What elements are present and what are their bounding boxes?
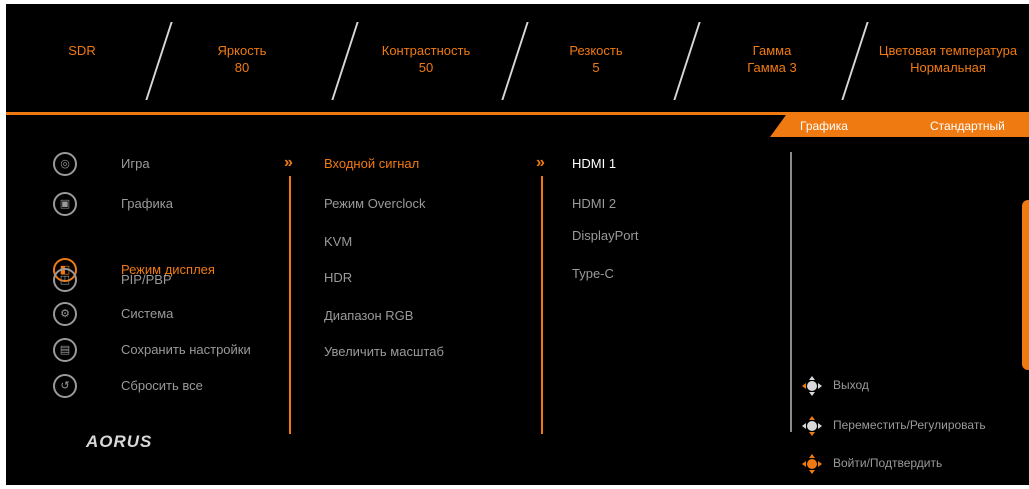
divider-slash: [841, 22, 869, 100]
submenu-item-input-signal[interactable]: Входной сигнал: [324, 156, 419, 171]
top-item-sdr: SDR: [52, 42, 112, 59]
joystick-press-icon: [802, 454, 822, 474]
submenu-item-overclock[interactable]: Режим Overclock: [324, 196, 425, 211]
top-value: 5: [592, 60, 600, 75]
top-value: 80: [234, 60, 250, 75]
submenu-item-rgb-range[interactable]: Диапазон RGB: [324, 308, 413, 323]
option-displayport[interactable]: DisplayPort: [572, 228, 638, 243]
top-label: Гамма: [752, 43, 792, 58]
menu-item-save-settings[interactable]: ▤ Сохранить настройки: [6, 336, 286, 366]
top-item-sharpness: Резкость 5: [556, 42, 636, 76]
top-label: Яркость: [217, 43, 267, 58]
menu-item-game[interactable]: ◎ Игра: [6, 150, 286, 180]
option-type-c[interactable]: Type-C: [572, 266, 614, 281]
joystick-updown-icon: [802, 416, 822, 436]
joystick-left-icon: [802, 376, 822, 396]
menu-item-reset-all[interactable]: ↺ Сбросить все: [6, 372, 286, 402]
divider-slash: [331, 22, 359, 100]
top-value: Нормальная: [910, 60, 986, 75]
picture-icon: ▣: [53, 192, 77, 216]
hint-label: Выход: [833, 378, 869, 392]
menu-item-label: Графика: [121, 196, 173, 211]
osd-window: SDR Яркость 80 Контрастность 50 Резкость…: [6, 4, 1029, 485]
menu-item-system[interactable]: ⚙ Система: [6, 300, 286, 330]
column-divider: [790, 152, 792, 432]
top-item-gamma: Гамма Гамма 3: [732, 42, 812, 76]
pip-icon: ◰: [53, 268, 77, 292]
menu-item-label: PIP/PBP: [121, 272, 172, 287]
chevron-right-icon: »: [284, 154, 293, 171]
mode-tab-name: Графика: [800, 119, 848, 133]
top-item-contrast: Контрастность 50: [366, 42, 486, 76]
top-item-color-temp: Цветовая температура Нормальная: [868, 42, 1028, 76]
divider-slash: [501, 22, 529, 100]
gamepad-icon: ◎: [53, 152, 77, 176]
column-divider: [289, 176, 291, 434]
menu-item-graphics[interactable]: ▣ Графика: [6, 190, 286, 220]
menu-item-label: Игра: [121, 156, 150, 171]
top-item-brightness: Яркость 80: [202, 42, 282, 76]
menu-item-label: Система: [121, 306, 174, 321]
accent-line: [6, 112, 1029, 115]
top-value: Гамма 3: [747, 60, 797, 75]
column-divider: [541, 176, 543, 434]
menu-item-label: Сохранить настройки: [121, 342, 251, 357]
gear-icon: ⚙: [53, 302, 77, 326]
mode-tab-value: Стандартный: [930, 119, 1005, 133]
save-icon: ▤: [53, 338, 77, 362]
hint-label: Войти/Подтвердить: [833, 456, 943, 470]
divider-slash: [145, 22, 173, 100]
reset-icon: ↺: [53, 374, 77, 398]
side-scroll-handle: [1022, 200, 1029, 370]
mode-tab: Графика Стандартный: [770, 115, 1029, 137]
top-label: Резкость: [569, 43, 623, 58]
top-label: SDR: [68, 43, 96, 58]
top-label: Цветовая температура: [878, 43, 1018, 58]
top-label: Контрастность: [381, 43, 471, 58]
top-status-bar: SDR Яркость 80 Контрастность 50 Резкость…: [6, 4, 1029, 112]
aorus-logo: AORUS: [86, 432, 153, 451]
menu-item-pip-pbp[interactable]: ◰ PIP/PBP: [6, 266, 286, 296]
submenu-item-zoom[interactable]: Увеличить масштаб: [324, 344, 444, 359]
option-hdmi2[interactable]: HDMI 2: [572, 196, 616, 211]
hint-label: Переместить/Регулировать: [833, 418, 986, 432]
submenu-item-kvm[interactable]: KVM: [324, 234, 352, 249]
divider-slash: [673, 22, 701, 100]
top-value: 50: [418, 60, 434, 75]
menu-item-label: Сбросить все: [121, 378, 203, 393]
chevron-right-icon: »: [536, 154, 545, 171]
submenu-item-hdr[interactable]: HDR: [324, 270, 352, 285]
option-hdmi1[interactable]: HDMI 1: [572, 156, 616, 171]
